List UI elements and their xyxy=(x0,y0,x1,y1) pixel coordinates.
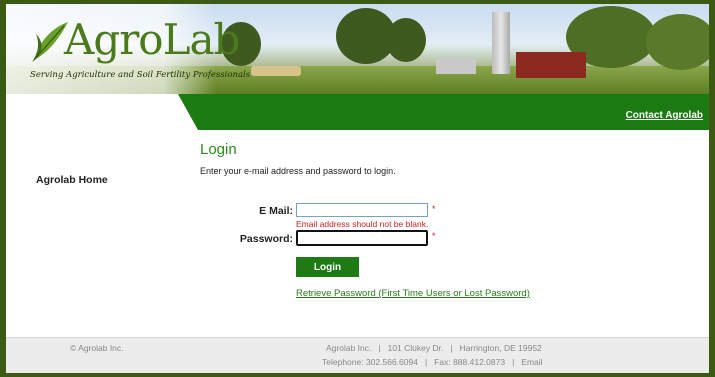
logo-tagline: Serving Agriculture and Soil Fertility P… xyxy=(30,70,251,80)
header-banner: AgroLab Serving Agriculture and Soil Fer… xyxy=(6,4,709,94)
email-required-marker: * xyxy=(432,204,436,214)
logo[interactable]: AgroLab Serving Agriculture and Soil Fer… xyxy=(6,4,250,94)
footer: © Agrolab Inc. Agrolab Inc. | 101 Clukey D… xyxy=(6,337,709,373)
footer-company: Agrolab Inc. xyxy=(326,343,372,353)
banner-silo xyxy=(492,12,510,74)
footer-separator: | xyxy=(512,357,515,367)
email-field[interactable] xyxy=(296,203,428,217)
password-label: Password: xyxy=(239,233,293,245)
logo-text: AgroLab xyxy=(64,15,240,64)
footer-copyright: © Agrolab Inc. xyxy=(70,343,124,353)
footer-city: Harrington, DE 19952 xyxy=(459,343,542,353)
footer-separator: | xyxy=(424,357,428,367)
banner-tree xyxy=(386,18,426,62)
footer-address-line: Agrolab Inc. | 101 Clukey Dr. | Harrington, … xyxy=(326,343,542,353)
footer-street: 101 Clukey Dr. xyxy=(387,343,444,353)
footer-email-link[interactable]: Email xyxy=(521,357,542,367)
footer-contact-line: Telephone: 302.566.6094 | Fax: 888.412.087… xyxy=(322,357,543,367)
email-error-message: Email address should not be blank. xyxy=(296,219,429,229)
contact-link[interactable]: Contact Agrolab xyxy=(626,110,703,121)
banner-barn xyxy=(516,52,586,78)
login-button[interactable]: Login xyxy=(296,257,359,277)
sidebar-item-home[interactable]: Agrolab Home xyxy=(36,174,108,186)
banner-shed xyxy=(436,58,476,74)
page-frame: AgroLab Serving Agriculture and Soil Fer… xyxy=(6,4,709,373)
retrieve-password-link[interactable]: Retrieve Password (First Time Users or L… xyxy=(296,288,530,299)
password-required-marker: * xyxy=(432,231,436,241)
banner-hay-bales xyxy=(251,66,301,76)
footer-separator: | xyxy=(378,343,381,353)
footer-fax: Fax: 888.412.0873 xyxy=(434,357,506,367)
login-instructions: Enter your e-mail address and password t… xyxy=(200,166,396,176)
page-title: Login xyxy=(200,141,237,158)
banner-tree xyxy=(646,14,709,70)
footer-separator: | xyxy=(450,343,453,353)
password-field[interactable] xyxy=(296,230,428,246)
email-label: E Mail: xyxy=(259,205,293,217)
footer-telephone: Telephone: 302.566.6094 xyxy=(322,357,418,367)
